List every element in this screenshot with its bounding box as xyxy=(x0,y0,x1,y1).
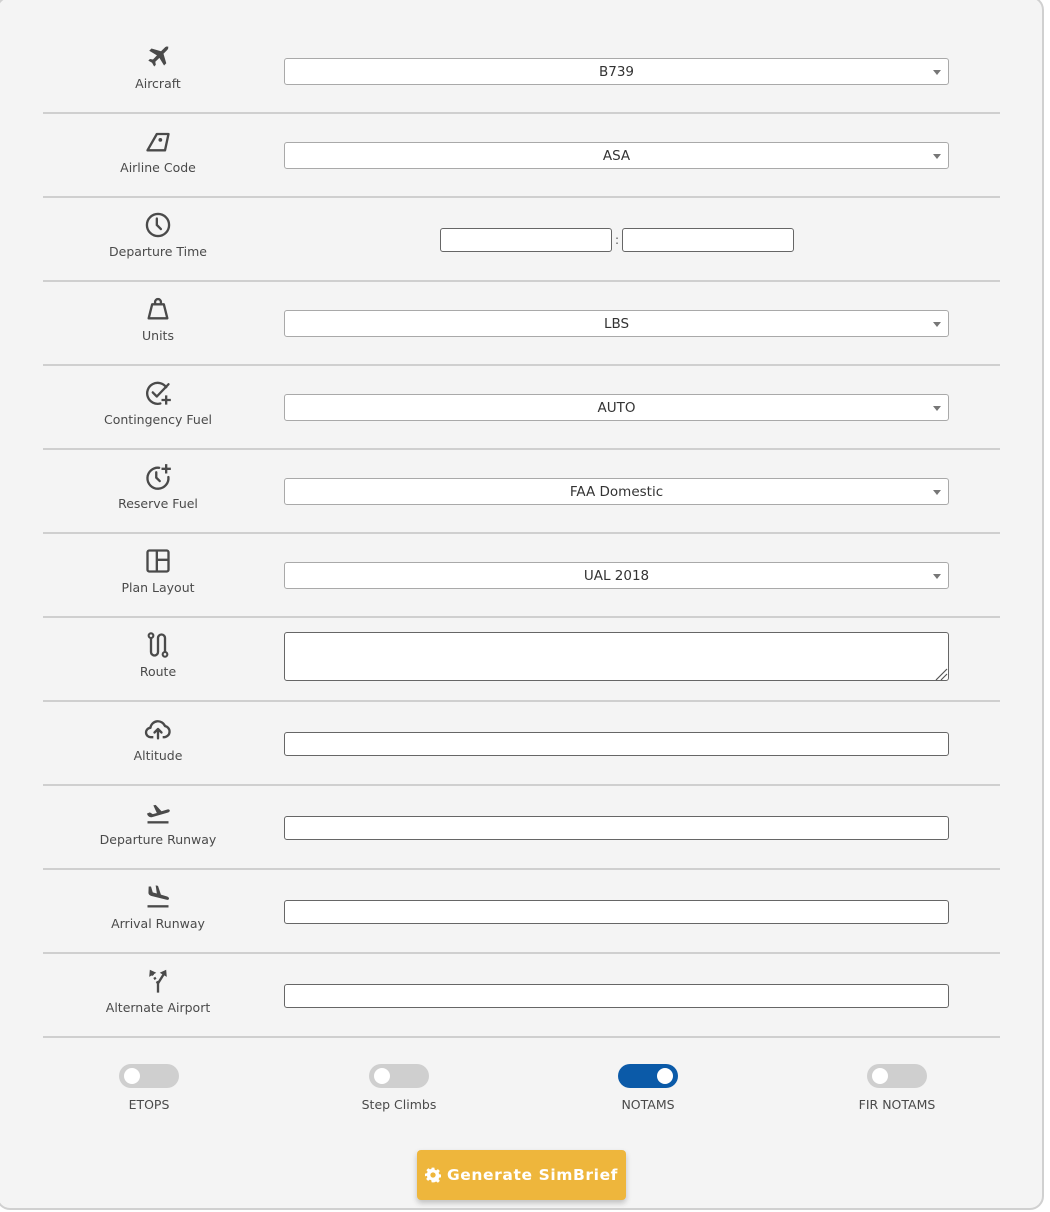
row-departure-time: Departure Time : xyxy=(43,198,1000,282)
row-altitude: Altitude xyxy=(43,702,1000,786)
alternate-airport-label: Alternate Airport xyxy=(105,1000,211,1015)
reserve-fuel-select-value: FAA Domestic xyxy=(569,483,664,500)
reserve-fuel-select[interactable]: FAA Domestic xyxy=(284,478,949,505)
generate-simbrief-button[interactable]: Generate SimBrief xyxy=(417,1150,626,1200)
airline-code-select-value: ASA xyxy=(602,147,631,164)
chevron-down-icon xyxy=(933,70,941,75)
chevron-down-icon xyxy=(933,490,941,495)
fir-notams-label: FIR NOTAMS xyxy=(858,1097,936,1112)
row-reserve-fuel: Reserve Fuel FAA Domestic xyxy=(43,450,1000,534)
tail-fin-icon xyxy=(143,126,173,156)
row-alternate-airport: Alternate Airport xyxy=(43,954,1000,1038)
departure-runway-input[interactable] xyxy=(284,816,949,840)
row-route: Route xyxy=(43,618,1000,702)
plan-layout-select[interactable]: UAL 2018 xyxy=(284,562,949,589)
switch-knob xyxy=(124,1068,140,1084)
switch-knob xyxy=(872,1068,888,1084)
contingency-fuel-label: Contingency Fuel xyxy=(104,412,212,427)
takeoff-icon xyxy=(143,798,173,828)
departure-runway-label: Departure Runway xyxy=(99,832,217,847)
clock-icon xyxy=(143,210,173,240)
units-label: Units xyxy=(142,328,174,343)
row-airline-code: Airline Code ASA xyxy=(43,114,1000,198)
row-units: Units LBS xyxy=(43,282,1000,366)
units-select[interactable]: LBS xyxy=(284,310,949,337)
weight-icon xyxy=(143,294,173,324)
altitude-input[interactable] xyxy=(284,732,949,756)
time-separator: : xyxy=(614,233,620,247)
etops-switch[interactable] xyxy=(119,1064,179,1088)
route-icon xyxy=(143,630,173,660)
cloud-upload-icon xyxy=(143,714,173,744)
toggle-notams: NOTAMS xyxy=(568,1064,728,1112)
landing-icon xyxy=(143,882,173,912)
split-arrows-icon xyxy=(143,966,173,996)
chevron-down-icon xyxy=(933,574,941,579)
contingency-fuel-select[interactable]: AUTO xyxy=(284,394,949,421)
check-circle-plus-icon xyxy=(143,378,173,408)
gear-icon xyxy=(424,1167,441,1183)
contingency-fuel-select-value: AUTO xyxy=(597,399,636,416)
toggle-fir-notams: FIR NOTAMS xyxy=(817,1064,977,1112)
fir-notams-switch[interactable] xyxy=(867,1064,927,1088)
toggle-step-climbs: Step Climbs xyxy=(319,1064,479,1112)
units-select-value: LBS xyxy=(603,315,630,332)
notams-label: NOTAMS xyxy=(621,1097,675,1112)
aircraft-label: Aircraft xyxy=(135,76,181,91)
row-departure-runway: Departure Runway xyxy=(43,786,1000,870)
row-contingency-fuel: Contingency Fuel AUTO xyxy=(43,366,1000,450)
airplane-icon xyxy=(143,42,173,72)
airline-code-label: Airline Code xyxy=(120,160,196,175)
flight-plan-form: Aircraft B739 Airline Code ASA Departure… xyxy=(43,30,1000,1038)
chevron-down-icon xyxy=(933,322,941,327)
etops-label: ETOPS xyxy=(128,1097,170,1112)
switch-knob xyxy=(657,1068,673,1084)
switch-knob xyxy=(374,1068,390,1084)
row-arrival-runway: Arrival Runway xyxy=(43,870,1000,954)
reserve-fuel-label: Reserve Fuel xyxy=(118,496,198,511)
plan-layout-select-value: UAL 2018 xyxy=(583,567,650,584)
row-aircraft: Aircraft B739 xyxy=(43,30,1000,114)
airline-code-select[interactable]: ASA xyxy=(284,142,949,169)
aircraft-select[interactable]: B739 xyxy=(284,58,949,85)
alternate-airport-input[interactable] xyxy=(284,984,949,1008)
departure-time-inputs: : xyxy=(440,228,794,252)
plan-layout-label: Plan Layout xyxy=(121,580,195,595)
notams-switch[interactable] xyxy=(618,1064,678,1088)
options-toggles: ETOPS Step Climbs NOTAMS FIR NOTAMS xyxy=(0,1064,1045,1124)
departure-hours-input[interactable] xyxy=(440,228,612,252)
departure-minutes-input[interactable] xyxy=(622,228,794,252)
clock-plus-icon xyxy=(143,462,173,492)
route-label: Route xyxy=(139,664,177,679)
step-climbs-label: Step Climbs xyxy=(361,1097,437,1112)
aircraft-select-value: B739 xyxy=(598,63,635,80)
toggle-etops: ETOPS xyxy=(69,1064,229,1112)
chevron-down-icon xyxy=(933,406,941,411)
step-climbs-switch[interactable] xyxy=(369,1064,429,1088)
generate-simbrief-label: Generate SimBrief xyxy=(446,1166,619,1184)
altitude-label: Altitude xyxy=(133,748,183,763)
departure-time-label: Departure Time xyxy=(109,244,207,259)
arrival-runway-label: Arrival Runway xyxy=(111,916,205,931)
row-plan-layout: Plan Layout UAL 2018 xyxy=(43,534,1000,618)
arrival-runway-input[interactable] xyxy=(284,900,949,924)
route-textarea[interactable] xyxy=(284,632,949,681)
layout-icon xyxy=(143,546,173,576)
chevron-down-icon xyxy=(933,154,941,159)
